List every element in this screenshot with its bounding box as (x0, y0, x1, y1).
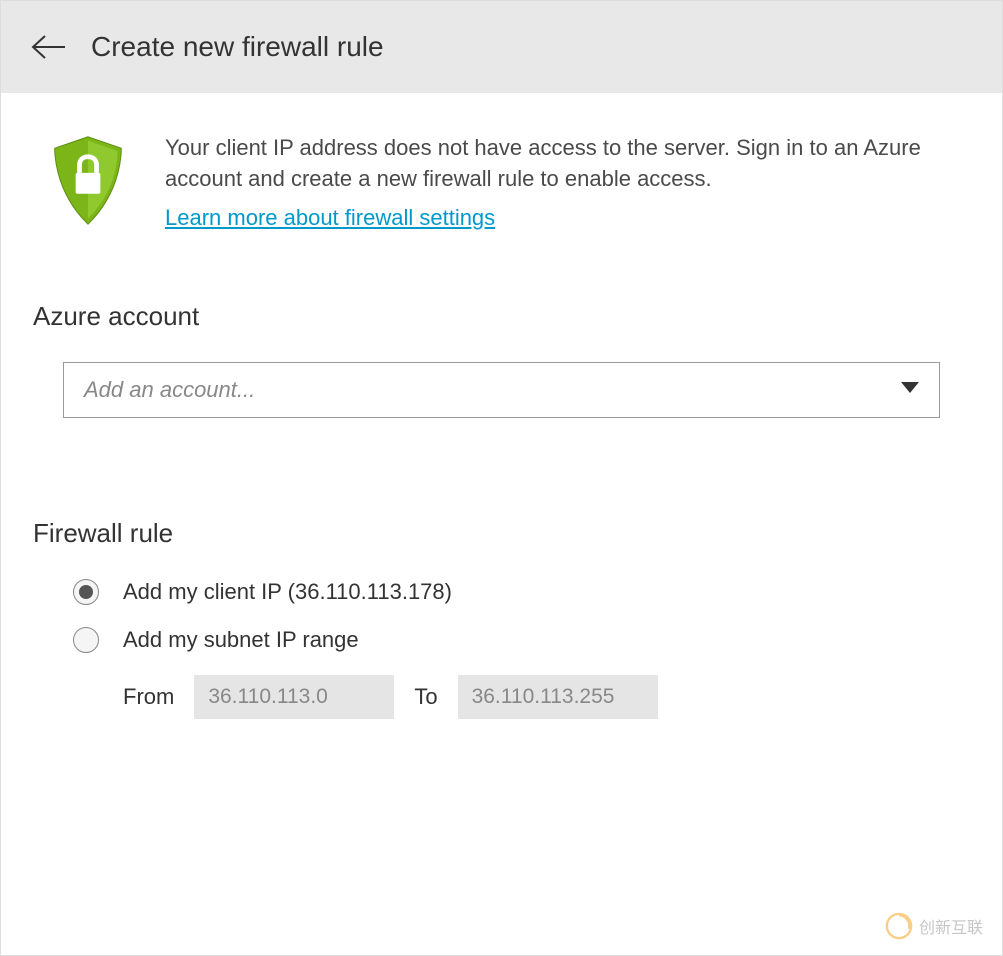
watermark: 创新互联 (885, 912, 983, 940)
radio-label-subnet: Add my subnet IP range (123, 627, 359, 653)
to-label: To (414, 684, 437, 710)
main-content: Your client IP address does not have acc… (1, 93, 1002, 759)
dropdown-placeholder: Add an account... (84, 377, 255, 403)
firewall-rule-heading: Firewall rule (33, 518, 970, 549)
radio-button-subnet[interactable] (73, 627, 99, 653)
back-button[interactable] (29, 33, 67, 61)
radio-option-client-ip[interactable]: Add my client IP (36.110.113.178) (73, 579, 970, 605)
shield-lock-icon (43, 133, 133, 228)
ip-range-row: From To (123, 675, 970, 719)
account-dropdown[interactable]: Add an account... (63, 362, 940, 418)
radio-option-subnet[interactable]: Add my subnet IP range (73, 627, 970, 653)
radio-button-client-ip[interactable] (73, 579, 99, 605)
firewall-options: Add my client IP (36.110.113.178) Add my… (73, 579, 970, 719)
info-section: Your client IP address does not have acc… (33, 133, 970, 231)
arrow-left-icon (29, 33, 67, 61)
from-ip-input[interactable] (194, 675, 394, 719)
learn-more-link[interactable]: Learn more about firewall settings (165, 205, 495, 230)
page-title: Create new firewall rule (91, 31, 384, 63)
azure-account-heading: Azure account (33, 301, 970, 332)
radio-label-client-ip: Add my client IP (36.110.113.178) (123, 579, 452, 605)
from-label: From (123, 684, 174, 710)
info-description: Your client IP address does not have acc… (165, 133, 970, 195)
dialog-header: Create new firewall rule (1, 1, 1002, 93)
info-text-block: Your client IP address does not have acc… (165, 133, 970, 231)
watermark-text: 创新互联 (919, 914, 983, 938)
watermark-icon (885, 912, 913, 940)
to-ip-input[interactable] (458, 675, 658, 719)
chevron-down-icon (901, 381, 919, 399)
